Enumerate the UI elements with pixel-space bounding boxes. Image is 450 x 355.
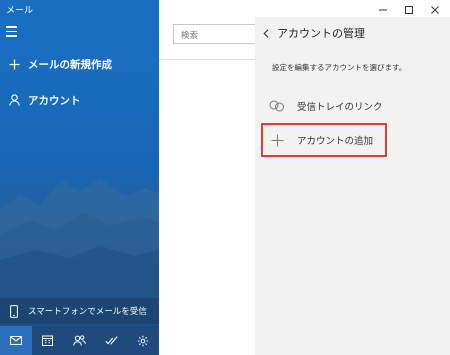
mail-app-window: メール メールの新規作成 アカウント スマートフォンでメールを受信 検索 アカウ…	[0, 0, 450, 355]
link-inboxes-label: 受信トレイのリンク	[297, 102, 383, 113]
settings-icon[interactable]	[127, 326, 159, 355]
search-placeholder: 検索	[181, 31, 199, 41]
plus-icon	[6, 59, 22, 70]
message-list-pane: 検索	[159, 0, 261, 355]
mail-icon[interactable]	[0, 326, 32, 355]
hamburger-menu-icon[interactable]	[6, 26, 22, 40]
link-inboxes-item[interactable]: 受信トレイのリンク	[267, 94, 442, 118]
phone-promo-link[interactable]: スマートフォンでメールを受信	[0, 298, 159, 324]
bottom-app-switcher	[0, 326, 159, 355]
accounts-button[interactable]: アカウント	[0, 87, 159, 113]
new-mail-label: メールの新規作成	[28, 58, 112, 71]
phone-icon	[6, 304, 22, 318]
account-management-panel: アカウントの管理 設定を編集するアカウントを選びます。 受信トレイのリンク アカ…	[255, 17, 450, 355]
people-icon[interactable]	[64, 326, 96, 355]
phone-promo-label: スマートフォンでメールを受信	[28, 307, 147, 317]
search-input[interactable]: 検索	[173, 24, 261, 44]
new-mail-button[interactable]: メールの新規作成	[0, 51, 159, 77]
calendar-icon[interactable]	[32, 326, 64, 355]
highlight-box	[261, 123, 387, 157]
background-mountain-image	[0, 178, 159, 300]
app-title: メール	[6, 6, 34, 16]
back-chevron-icon[interactable]	[261, 27, 271, 39]
divider	[159, 59, 255, 60]
todo-icon[interactable]	[95, 326, 127, 355]
panel-title: アカウントの管理	[277, 27, 365, 40]
accounts-label: アカウント	[28, 94, 81, 107]
navigation-pane: メール メールの新規作成 アカウント スマートフォンでメールを受信	[0, 0, 159, 355]
link-icon	[267, 100, 287, 112]
person-icon	[6, 94, 22, 106]
panel-description: 設定を編集するアカウントを選びます。	[272, 63, 407, 72]
